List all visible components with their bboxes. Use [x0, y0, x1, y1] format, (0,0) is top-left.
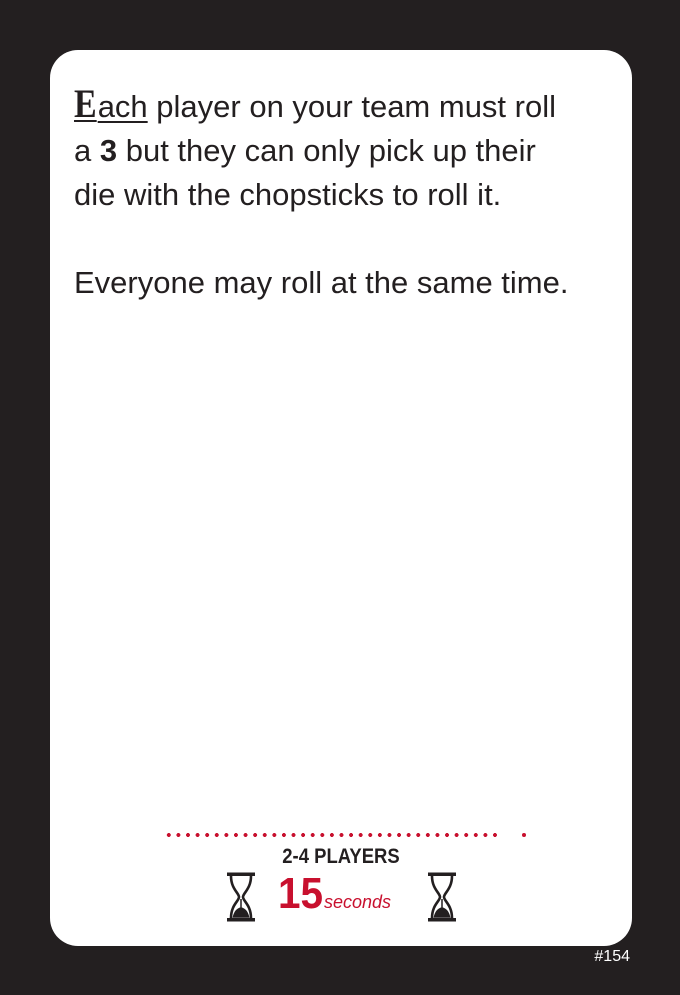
card-number: #154	[594, 948, 630, 965]
rules-line-3: die with the chopsticks to roll it.	[74, 177, 502, 212]
rules-line-2-post: but they can only pick up their	[117, 133, 536, 168]
rules-paragraph-1: Each player on your team must roll a 3 bu…	[74, 82, 619, 217]
rules-paragraph-2: Everyone may roll at the same time.	[74, 265, 569, 300]
rules-line-2-pre: a	[74, 133, 100, 168]
game-card: Each player on your team must roll a 3 bu…	[50, 50, 632, 946]
dotted-divider	[164, 829, 530, 841]
first-word-rest: ach	[97, 89, 148, 124]
timer-seconds-value: 15	[278, 869, 324, 918]
drop-cap-letter: E	[74, 81, 97, 126]
dotted-line	[164, 833, 500, 837]
roll-target-number: 3	[99, 133, 118, 168]
player-count: 2-4 PLAYERS	[282, 845, 400, 868]
timer-row: 15seconds	[50, 870, 632, 922]
timer-display: 15seconds	[278, 870, 391, 918]
hourglass-icon	[227, 872, 255, 922]
rules-line-1: player on your team must roll	[147, 89, 556, 124]
timer-seconds-unit: seconds	[323, 892, 391, 912]
divider-dot	[522, 833, 526, 837]
card-rules-text: Each player on your team must roll a 3 bu…	[74, 82, 619, 305]
hourglass-icon	[428, 872, 456, 922]
